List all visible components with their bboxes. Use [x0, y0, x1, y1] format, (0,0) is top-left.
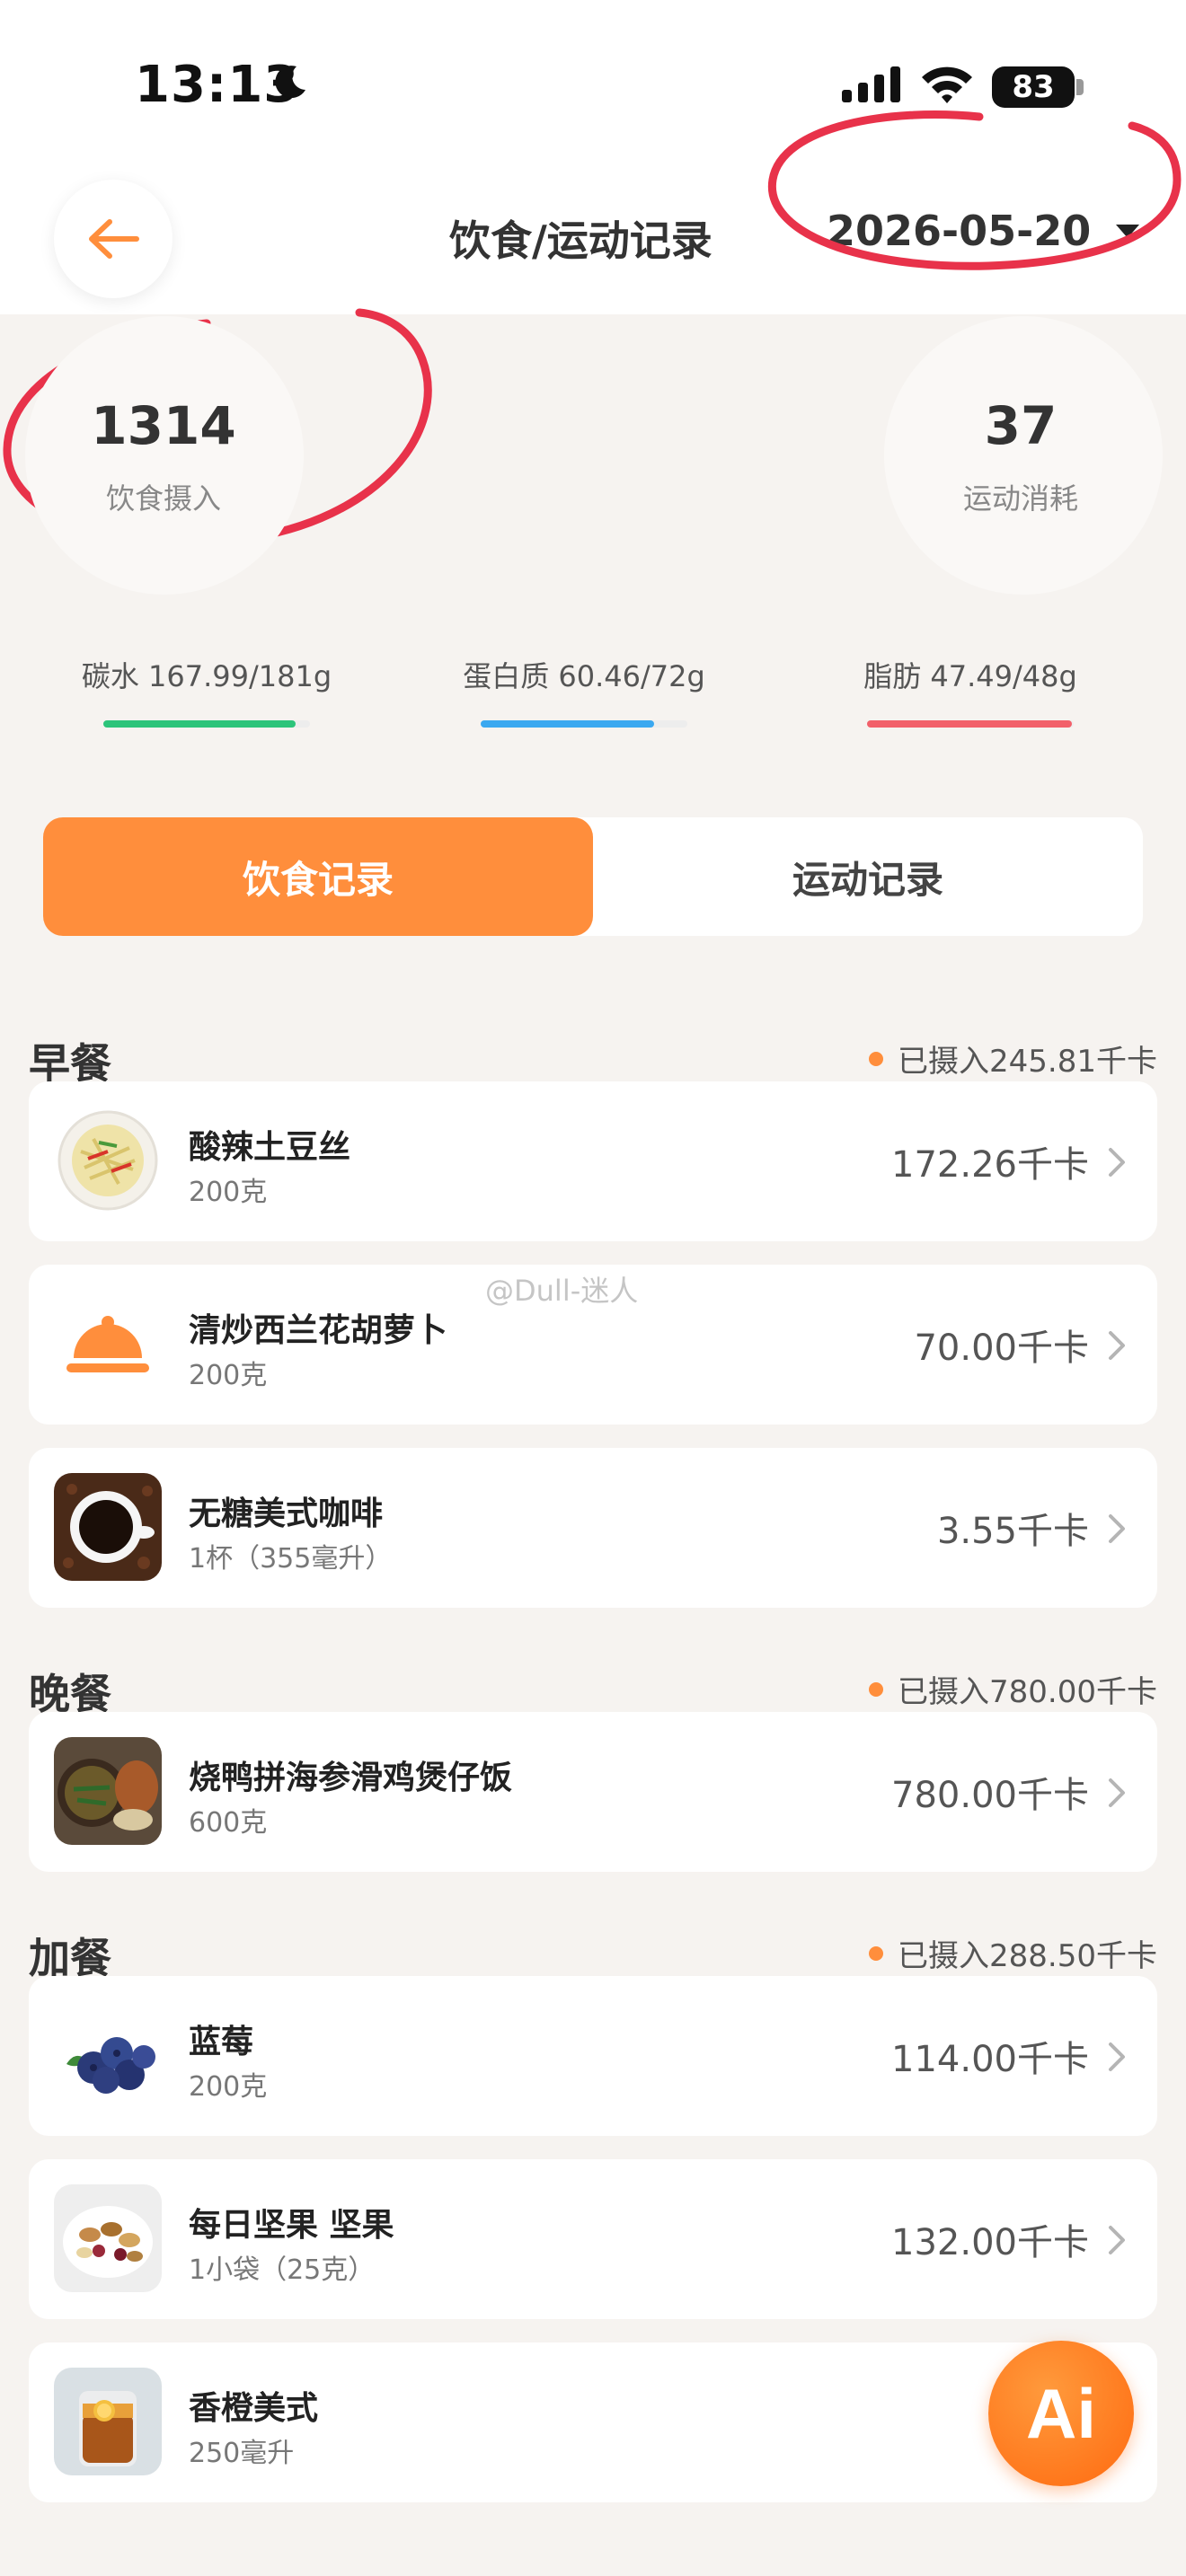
- food-amount: 200克: [189, 2071, 268, 2103]
- food-cloche-icon: [54, 1290, 162, 1398]
- chevron-right-icon: [1109, 1514, 1125, 1543]
- food-name: 香橙美式: [189, 2390, 319, 2427]
- food-item-card[interactable]: 香橙美式250毫升42.5: [29, 2342, 1157, 2502]
- food-calories: 3.55千卡: [936, 1511, 1089, 1552]
- intake-label: 饮食摄入: [105, 481, 221, 516]
- food-calories: 172.26千卡: [891, 1144, 1089, 1186]
- food-name: 无糖美式咖啡: [189, 1495, 384, 1532]
- annotation-circle-date: [767, 110, 1182, 270]
- page-title: 饮食/运动记录: [449, 216, 712, 265]
- chevron-right-icon: [1109, 1778, 1125, 1807]
- chevron-right-icon: [1109, 1331, 1125, 1360]
- food-amount: 250毫升: [189, 2438, 295, 2469]
- blueberry-photo: [54, 2001, 162, 2109]
- food-calories: 132.00千卡: [891, 2222, 1089, 2263]
- claypot-rice-photo: [54, 1737, 162, 1845]
- food-name: 每日坚果 坚果: [189, 2207, 394, 2244]
- intake-value: 1314: [91, 395, 236, 456]
- nuts-photo: [54, 2184, 162, 2292]
- arrow-left-icon: [89, 219, 139, 259]
- macro-label-text: 蛋白质 60.46/72g: [463, 659, 705, 693]
- section-total: 已摄入245.81千卡: [869, 1037, 1157, 1081]
- coffee-photo: [54, 1473, 162, 1581]
- watermark-text: @Dull-迷人: [485, 1274, 639, 1308]
- macro-label-text: 碳水 167.99/181g: [81, 659, 332, 693]
- burn-label: 运动消耗: [962, 481, 1078, 516]
- macro-label: 脂肪 47.49/48g: [836, 654, 1105, 695]
- section-total-text: 已摄入288.50千卡: [898, 1938, 1157, 1974]
- orange-dot-icon: [869, 1945, 884, 1961]
- food-item-card[interactable]: 酸辣土豆丝 200克 172.26千卡: [29, 1081, 1157, 1241]
- ai-assistant-button[interactable]: Ai: [988, 2341, 1134, 2486]
- food-amount: 200克: [189, 1360, 268, 1391]
- orange-americano-photo: [54, 2368, 162, 2475]
- section-total-text: 已摄入780.00千卡: [898, 1674, 1157, 1710]
- section-total: 已摄入780.00千卡: [869, 1667, 1157, 1711]
- food-amount: 1小袋（25克）: [189, 2254, 376, 2286]
- food-calories: 114.00千卡: [891, 2039, 1089, 2080]
- record-tabs: 饮食记录 运动记录: [43, 817, 1143, 936]
- macro-bar-fill: [103, 720, 296, 728]
- macro-label-text: 脂肪 47.49/48g: [863, 659, 1077, 693]
- food-calories: 780.00千卡: [891, 1775, 1089, 1816]
- food-name: 酸辣土豆丝: [189, 1129, 351, 1166]
- burn-value: 37: [984, 395, 1058, 456]
- macro-bar-fill: [867, 720, 1072, 728]
- food-amount: 1杯（355毫升）: [189, 1543, 393, 1575]
- macro-bar-fill: [481, 720, 654, 728]
- tab-exercise-records[interactable]: 运动记录: [593, 817, 1143, 936]
- chevron-right-icon: [1109, 1148, 1125, 1177]
- chevron-right-icon: [1109, 2042, 1125, 2071]
- potato-shreds-photo: [54, 1107, 162, 1214]
- food-item-card[interactable]: 蓝莓 200克 114.00千卡: [29, 1976, 1157, 2136]
- macro-label: 蛋白质 60.46/72g: [449, 654, 719, 695]
- macro-label: 碳水 167.99/181g: [72, 654, 341, 695]
- food-calories: 70.00千卡: [914, 1328, 1089, 1369]
- back-button[interactable]: [54, 180, 173, 298]
- food-amount: 200克: [189, 1177, 268, 1208]
- chevron-right-icon: [1109, 2226, 1125, 2254]
- food-item-card[interactable]: 无糖美式咖啡 1杯（355毫升） 3.55千卡: [29, 1448, 1157, 1608]
- orange-dot-icon: [869, 1681, 884, 1697]
- food-item-card[interactable]: 每日坚果 坚果 1小袋（25克） 132.00千卡: [29, 2159, 1157, 2319]
- moon-icon: [275, 66, 305, 99]
- food-name: 蓝莓: [189, 2024, 254, 2060]
- food-name: 烧鸭拼海参滑鸡煲仔饭: [189, 1760, 513, 1796]
- orange-dot-icon: [869, 1051, 884, 1066]
- section-total: 已摄入288.50千卡: [869, 1931, 1157, 1975]
- food-name: 清炒西兰花胡萝卜: [189, 1312, 448, 1349]
- tab-diet-records[interactable]: 饮食记录: [43, 817, 593, 936]
- section-total-text: 已摄入245.81千卡: [898, 1044, 1157, 1080]
- food-amount: 600克: [189, 1807, 268, 1839]
- food-item-card[interactable]: 烧鸭拼海参滑鸡煲仔饭 600克 780.00千卡: [29, 1712, 1157, 1872]
